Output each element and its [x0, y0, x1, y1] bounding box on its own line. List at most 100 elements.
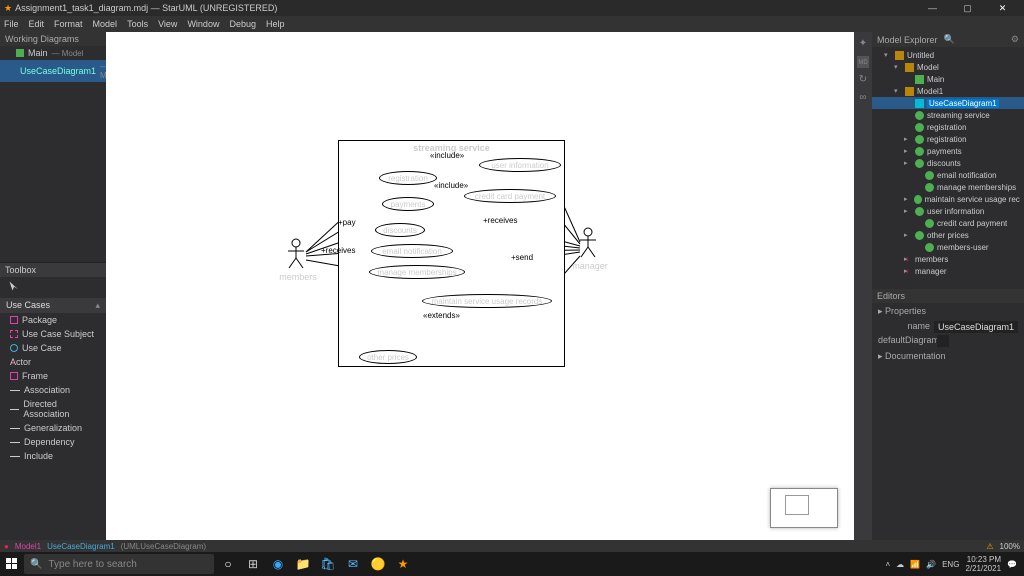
menu-tools[interactable]: Tools [127, 19, 148, 29]
tree-node[interactable]: Main [872, 73, 1024, 85]
status-kind: (UMLUseCaseDiagram) [121, 542, 206, 551]
tree-node[interactable]: ▸♀members [872, 253, 1024, 265]
tree-node[interactable]: ▾Model1 [872, 85, 1024, 97]
usecase-manage[interactable]: manage memberships [369, 265, 465, 279]
tree-node[interactable]: ▾Untitled [872, 49, 1024, 61]
menu-format[interactable]: Format [54, 19, 83, 29]
maximize-button[interactable]: ▢ [950, 3, 985, 14]
prop-name-input[interactable]: UseCaseDiagram1 [934, 321, 1018, 333]
tree-node[interactable]: credit card payment [872, 217, 1024, 229]
tray-wifi-icon[interactable]: 📶 [910, 560, 920, 569]
tree-node[interactable]: manage memberships [872, 181, 1024, 193]
tool-package[interactable]: Package [0, 313, 106, 327]
search-icon[interactable]: 🔍 [944, 34, 955, 45]
tree-node[interactable]: registration [872, 121, 1024, 133]
tree-node[interactable]: ▸other prices [872, 229, 1024, 241]
actor-members[interactable]: members [286, 238, 310, 273]
working-diagram-main[interactable]: Main — Model [0, 46, 106, 60]
tree-node[interactable]: ▸registration [872, 133, 1024, 145]
line-icon [10, 409, 19, 410]
minimap[interactable] [770, 488, 838, 528]
tool-include[interactable]: Include [0, 449, 106, 463]
documentation-section[interactable]: ▸ Documentation [872, 348, 1024, 365]
prop-default-checkbox[interactable] [937, 335, 949, 347]
notifications-icon[interactable]: 💬 [1007, 560, 1017, 569]
uc-icon [925, 243, 934, 252]
tree-node[interactable]: ▸♀manager [872, 265, 1024, 277]
toolbox-header: Toolbox [0, 262, 106, 277]
usecase-userinfo[interactable]: user information [479, 158, 561, 172]
tray-volume-icon[interactable]: 🔊 [926, 560, 936, 569]
usecase-emailnotif[interactable]: email notification [371, 244, 453, 258]
toolbox-select-tool[interactable] [0, 277, 106, 298]
tree-node[interactable]: ▸user information [872, 205, 1024, 217]
tree-node[interactable]: UseCaseDiagram1 [872, 97, 1024, 109]
tool-association[interactable]: Association [0, 383, 106, 397]
tool-dependency[interactable]: Dependency [0, 435, 106, 449]
editors-header: Editors [872, 289, 1024, 303]
taskview-icon[interactable]: ⊞ [242, 553, 264, 575]
model-icon [905, 63, 914, 72]
clock[interactable]: 10:23 PM 2/21/2021 [965, 555, 1001, 573]
usecase-discounts[interactable]: discounts [375, 223, 425, 237]
tool-usecase[interactable]: Use Case [0, 341, 106, 355]
model-explorer-header: Model Explorer 🔍 ⚙ [872, 32, 1024, 47]
explorer-icon[interactable]: 📁 [292, 553, 314, 575]
usecase-registration[interactable]: registration [379, 171, 437, 185]
canvas-area[interactable]: streaming service user information regis… [106, 32, 854, 540]
taskbar-search[interactable]: 🔍 Type here to search [24, 554, 214, 574]
chrome-icon[interactable]: 🟡 [367, 553, 389, 575]
tree-node[interactable]: ▸maintain service usage records [872, 193, 1024, 205]
menu-window[interactable]: Window [187, 19, 219, 29]
tool-actor[interactable]: ♀Actor [0, 355, 106, 369]
tool-generalization[interactable]: Generalization [0, 421, 106, 435]
tray-lang[interactable]: ENG [942, 560, 959, 569]
tree-node[interactable]: streaming service [872, 109, 1024, 121]
tree-node[interactable]: members-user [872, 241, 1024, 253]
uc-icon [915, 147, 924, 156]
tool-frame[interactable]: Frame [0, 369, 106, 383]
model-tree[interactable]: ▾Untitled▾ModelMain▾Model1UseCaseDiagram… [872, 47, 1024, 279]
tool-directed-association[interactable]: Directed Association [0, 397, 106, 421]
menu-file[interactable]: File [4, 19, 19, 29]
usecase-maintain[interactable]: maintain service usage records [422, 294, 552, 308]
menu-debug[interactable]: Debug [229, 19, 256, 29]
start-button[interactable] [3, 555, 21, 573]
staruml-task-icon[interactable]: ★ [392, 553, 414, 575]
md-icon[interactable]: MD [857, 56, 869, 68]
tree-node[interactable]: ▸payments [872, 145, 1024, 157]
menu-edit[interactable]: Edit [29, 19, 45, 29]
working-diagram-usecase[interactable]: UseCaseDiagram1 — Model1 [0, 60, 106, 82]
menu-help[interactable]: Help [266, 19, 285, 29]
tool-subject[interactable]: Use Case Subject [0, 327, 106, 341]
system-tray[interactable]: ˄ ☁ 📶 🔊 ENG 10:23 PM 2/21/2021 💬 [885, 555, 1021, 573]
refresh-icon[interactable]: ↻ [857, 74, 869, 86]
tray-cloud-icon[interactable]: ☁ [896, 560, 904, 569]
toolbox-category[interactable]: Use Cases▴ [0, 298, 106, 313]
usecase-payments[interactable]: payments [382, 197, 434, 211]
cortana-icon[interactable]: ○ [217, 553, 239, 575]
tree-node[interactable]: email notification [872, 169, 1024, 181]
menu-model[interactable]: Model [93, 19, 118, 29]
actor-manager[interactable]: manager [578, 227, 602, 262]
share-icon[interactable]: ∞ [857, 92, 869, 104]
minimize-button[interactable]: — [915, 3, 950, 13]
warning-icon[interactable]: ⚠ [986, 542, 993, 551]
close-button[interactable]: ✕ [985, 3, 1020, 14]
store-icon[interactable]: 🛍 [317, 553, 339, 575]
edge-icon[interactable]: ◉ [267, 553, 289, 575]
gear-icon[interactable]: ⚙ [1011, 34, 1019, 45]
tree-node[interactable]: ▾Model [872, 61, 1024, 73]
actor-icon: ♀ [10, 358, 18, 366]
tray-chevron-icon[interactable]: ˄ [885, 560, 890, 569]
menu-view[interactable]: View [158, 19, 177, 29]
usecase-otherprices[interactable]: other prices [359, 350, 417, 364]
extension-icon[interactable]: ✦ [857, 38, 869, 50]
mail-icon[interactable]: ✉ [342, 553, 364, 575]
status-bar: ● Model1 UseCaseDiagram1 (UMLUseCaseDiag… [0, 540, 1024, 552]
diagram-icon [16, 49, 24, 57]
usecase-creditcard[interactable]: credit card payment [464, 189, 556, 203]
tree-node[interactable]: ▸discounts [872, 157, 1024, 169]
properties-section[interactable]: ▸ Properties [872, 303, 1024, 320]
zoom-level[interactable]: 100% [1000, 542, 1020, 551]
